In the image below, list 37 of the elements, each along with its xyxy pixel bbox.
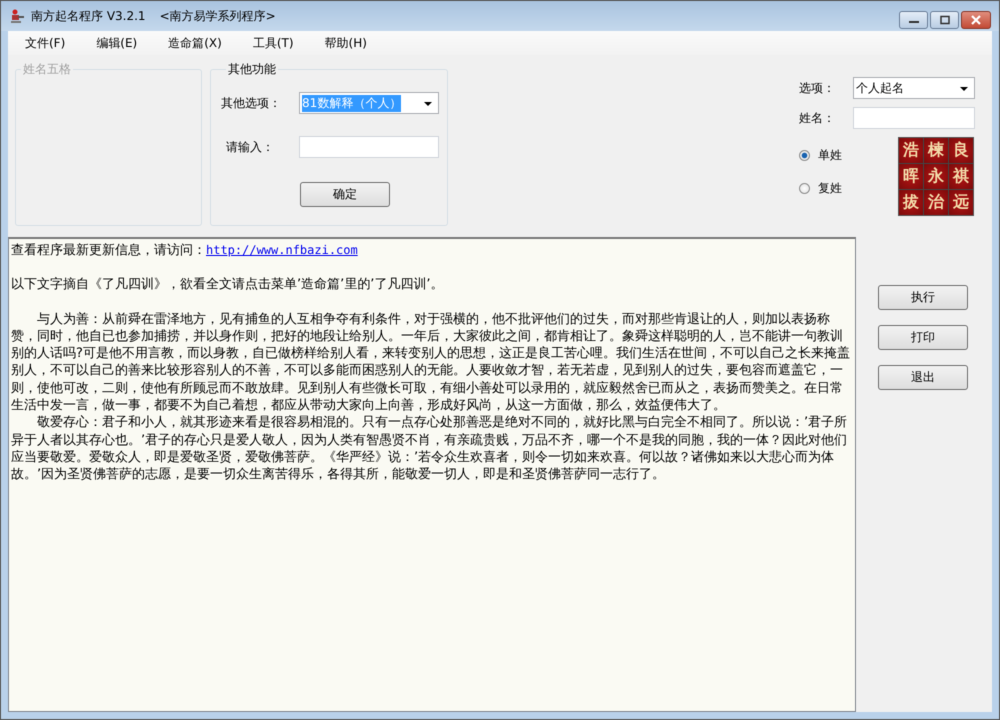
maximize-button[interactable] <box>930 11 959 29</box>
options-dropdown[interactable]: 个人起名 <box>853 77 975 99</box>
character-tiles[interactable]: 浩 楝 良 晖 永 祺 拔 治 远 <box>898 137 974 216</box>
radio-option[interactable]: 复姓 <box>799 180 842 197</box>
menu-item[interactable]: 造命篇(X) <box>161 34 229 52</box>
source-note: 以下文字摘自《了凡四训》，欲看全文请点击菜单’造命篇’里的’了凡四训’。 <box>11 276 445 294</box>
action-button[interactable]: 执行 <box>878 285 968 310</box>
action-button[interactable]: 退出 <box>878 365 968 390</box>
paragraph: 与人为善：从前舜在雷泽地方，见有捕鱼的人互相争夺有利条件，对于强横的，他不批评他们的过失，而对那些肯退让的人，则加以表扬称赞，同时，他自已也参加捕捞，并以身作则，把好的地段让给别人。一年后，大家彼此之间，都肯相让了。象舜这样聪明的人，岂不能讲一句教训别的人话吗?可是他不用言教，而以身教，自已做榜样给别人看，来转变别人的思想，这正是良工苦心哩。我们生活在世间，不可以自己之长来掩盖别人，不可以自己的善来比较形容别人的不善，不可以多能而困惑别人的无能。人要收敛才智，若无若虚，见到别人的过失，要包容而遮盖它，一则，使他可改，二则，使他有所顾忌而不敢放肆。见到别人有些微长可取，有细小善处可以录用的，就应毅然舍已而从之，表扬而赞美之。在日常生活中发一言，做一事，都要不为自己着想，都应从带动大家向上向善，形成好风尚，从这一方面做，那么，效益便伟大了。 <box>11 310 851 414</box>
menu-item[interactable]: 帮助(H) <box>318 34 374 52</box>
window-subtitle: <南方易学系列程序> <box>160 8 276 24</box>
field-label: 其他选项： <box>221 94 282 112</box>
field-label: 姓名： <box>799 110 836 126</box>
name-field[interactable] <box>853 107 975 129</box>
paragraph: 敬爱存心：君子和小人，就其形迹来看是很容易相混的。只有一点存心处那善恶是绝对不同的，就好比黑与白完全不相同了。所以说：’君子所异于人者以其存心也。’君子的存心只是爱人敬人，因为人类有智愚贤不肖，有亲疏贵贱，万品不齐，哪一个不是我的同胞，我的一体？因此对他们应当要敬爱。爱敬众人，即是爱敬圣贤，爱敬佛菩萨。《华严经》说：’若令众生欢喜者，则令一切如来欢喜。何以故？诸佛如来以大悲心而为体故。’因为圣贤佛菩萨的志愿，是要一切众生离苦得乐，各得其所，能敬爱一切人，即是和圣贤佛菩萨同一志行了。 <box>11 414 848 484</box>
info-line: 查看程序最新更新信息，请访问：http://www.nfbazi.com <box>11 242 359 260</box>
group-title: 姓名五格 <box>22 61 72 78</box>
menu-item[interactable]: 编辑(E) <box>89 34 144 52</box>
menu-item[interactable]: 文件(F) <box>18 34 72 52</box>
group-title: 其他功能 <box>227 61 277 78</box>
menu-item[interactable]: 工具(T) <box>246 34 301 52</box>
window-title: 南方起名程序 V3.2.1 <box>31 8 146 24</box>
confirm-button[interactable]: 确定 <box>300 182 390 207</box>
dropdown-arrow-icon <box>960 87 968 91</box>
field-label: 请输入： <box>225 138 275 156</box>
input-field[interactable] <box>299 136 439 158</box>
figure-icon <box>9 8 25 24</box>
action-button[interactable]: 打印 <box>878 325 968 350</box>
field-label: 选项： <box>799 80 836 96</box>
dropdown-arrow-icon <box>424 102 432 106</box>
minimize-button[interactable] <box>899 11 928 29</box>
close-button[interactable] <box>961 11 991 29</box>
text-area[interactable] <box>8 237 856 712</box>
website-link[interactable]: http://www.nfbazi.com <box>206 243 358 257</box>
radio-option[interactable]: 单姓 <box>799 147 842 164</box>
close-icon <box>970 15 982 25</box>
maximize-icon <box>938 15 950 25</box>
